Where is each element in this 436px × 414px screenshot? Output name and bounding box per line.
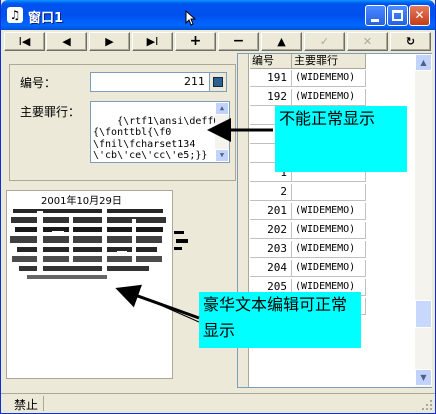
mouse-cursor-icon <box>185 10 197 26</box>
scroll-up-icon[interactable]: ▲ <box>415 54 432 71</box>
cell-memo[interactable]: (WIDEMEMO) <box>292 203 366 220</box>
calculator-button[interactable] <box>209 72 227 92</box>
title-bar[interactable]: ♫ 窗口1 ✕ <box>1 0 435 30</box>
maximize-button[interactable] <box>387 5 408 26</box>
table-row[interactable]: 203 (WIDEMEMO) <box>250 241 392 258</box>
cell-memo[interactable]: (WIDEMEMO) <box>292 70 366 87</box>
calculator-icon <box>213 77 223 87</box>
app-icon: ♫ <box>7 7 23 23</box>
id-field[interactable]: 211 <box>90 72 210 92</box>
table-row[interactable]: 191 (WIDEMEMO) <box>250 70 392 87</box>
id-label: 编号： <box>20 76 57 90</box>
scroll-down-icon[interactable]: ▼ <box>415 369 432 386</box>
close-button[interactable]: ✕ <box>409 5 430 26</box>
delete-record-button[interactable]: − <box>218 32 259 51</box>
cell-id[interactable]: 192 <box>250 89 292 106</box>
resize-grip-icon[interactable] <box>421 399 433 411</box>
table-row[interactable]: 2 <box>250 184 392 201</box>
scroll-thumb[interactable] <box>415 300 432 328</box>
cell-memo[interactable]: (WIDEMEMO) <box>292 89 366 106</box>
prior-record-button[interactable]: ◀ <box>46 32 87 51</box>
column-header-id[interactable]: 编号 <box>250 54 292 69</box>
refresh-button[interactable]: ↻ <box>390 32 431 51</box>
minimize-button[interactable] <box>365 5 386 26</box>
handwriting-image <box>10 209 166 279</box>
cell-id[interactable]: 201 <box>250 203 292 220</box>
minimize-icon <box>371 19 379 22</box>
memo-field[interactable]: {\rtf1\ansi\deff0 {\fonttbl{\f0 \fnil\fc… <box>90 101 230 163</box>
status-text: 禁止 <box>14 398 39 412</box>
memo-scrollbar[interactable]: ▲ ▼ <box>215 102 229 162</box>
post-record-button[interactable]: ✓ <box>304 32 345 51</box>
cell-id[interactable]: 203 <box>250 241 292 258</box>
next-record-button[interactable]: ▶ <box>89 32 130 51</box>
handwriting-overflow-image <box>174 231 188 250</box>
scroll-up-icon[interactable]: ▲ <box>215 102 229 115</box>
grid-scrollbar[interactable]: ▲ ▼ <box>415 54 432 387</box>
rich-callout: 豪华文本编辑可正常显示 <box>199 292 361 348</box>
scroll-down-icon[interactable]: ▼ <box>215 149 229 162</box>
first-record-button[interactable]: I◀ <box>4 32 45 51</box>
cell-id[interactable]: 202 <box>250 222 292 239</box>
cell-memo[interactable] <box>292 184 366 201</box>
table-row[interactable]: 201 (WIDEMEMO) <box>250 203 392 220</box>
cancel-record-button[interactable]: ✕ <box>347 32 388 51</box>
cell-memo[interactable]: (WIDEMEMO) <box>292 222 366 239</box>
last-record-button[interactable]: ▶I <box>132 32 173 51</box>
cell-id[interactable]: 191 <box>250 70 292 87</box>
db-navigator: I◀ ◀ ▶ ▶I + − ▲ ✓ ✕ ↻ <box>4 32 432 52</box>
cell-id[interactable]: 204 <box>250 260 292 277</box>
cell-memo[interactable]: (WIDEMEMO) <box>292 260 366 277</box>
rich-text-editor[interactable]: 2001年10月29日 <box>6 190 173 379</box>
memo-text: {\rtf1\ansi\deff0 {\fonttbl{\f0 \fnil\fc… <box>93 115 220 162</box>
maximize-icon <box>392 10 403 21</box>
cell-memo[interactable]: (WIDEMEMO) <box>292 241 366 258</box>
cell-id[interactable]: 2 <box>250 184 292 201</box>
column-header-memo[interactable]: 主要罪行 <box>292 54 366 69</box>
status-bar: 禁止 <box>1 393 435 413</box>
memo-callout: 不能正常显示 <box>275 106 407 172</box>
table-row[interactable]: 204 (WIDEMEMO) <box>250 260 392 277</box>
window-title: 窗口1 <box>28 11 64 26</box>
insert-record-button[interactable]: + <box>175 32 216 51</box>
memo-label: 主要罪行： <box>20 105 81 119</box>
main-window: ♫ 窗口1 ✕ I◀ ◀ ▶ ▶I + − ▲ ✓ ✕ ↻ 编号： 211 主要… <box>0 0 436 414</box>
edit-record-button[interactable]: ▲ <box>261 32 302 51</box>
table-row[interactable]: 192 (WIDEMEMO) <box>250 89 392 106</box>
table-row[interactable]: 202 (WIDEMEMO) <box>250 222 392 239</box>
status-separator <box>43 396 44 411</box>
